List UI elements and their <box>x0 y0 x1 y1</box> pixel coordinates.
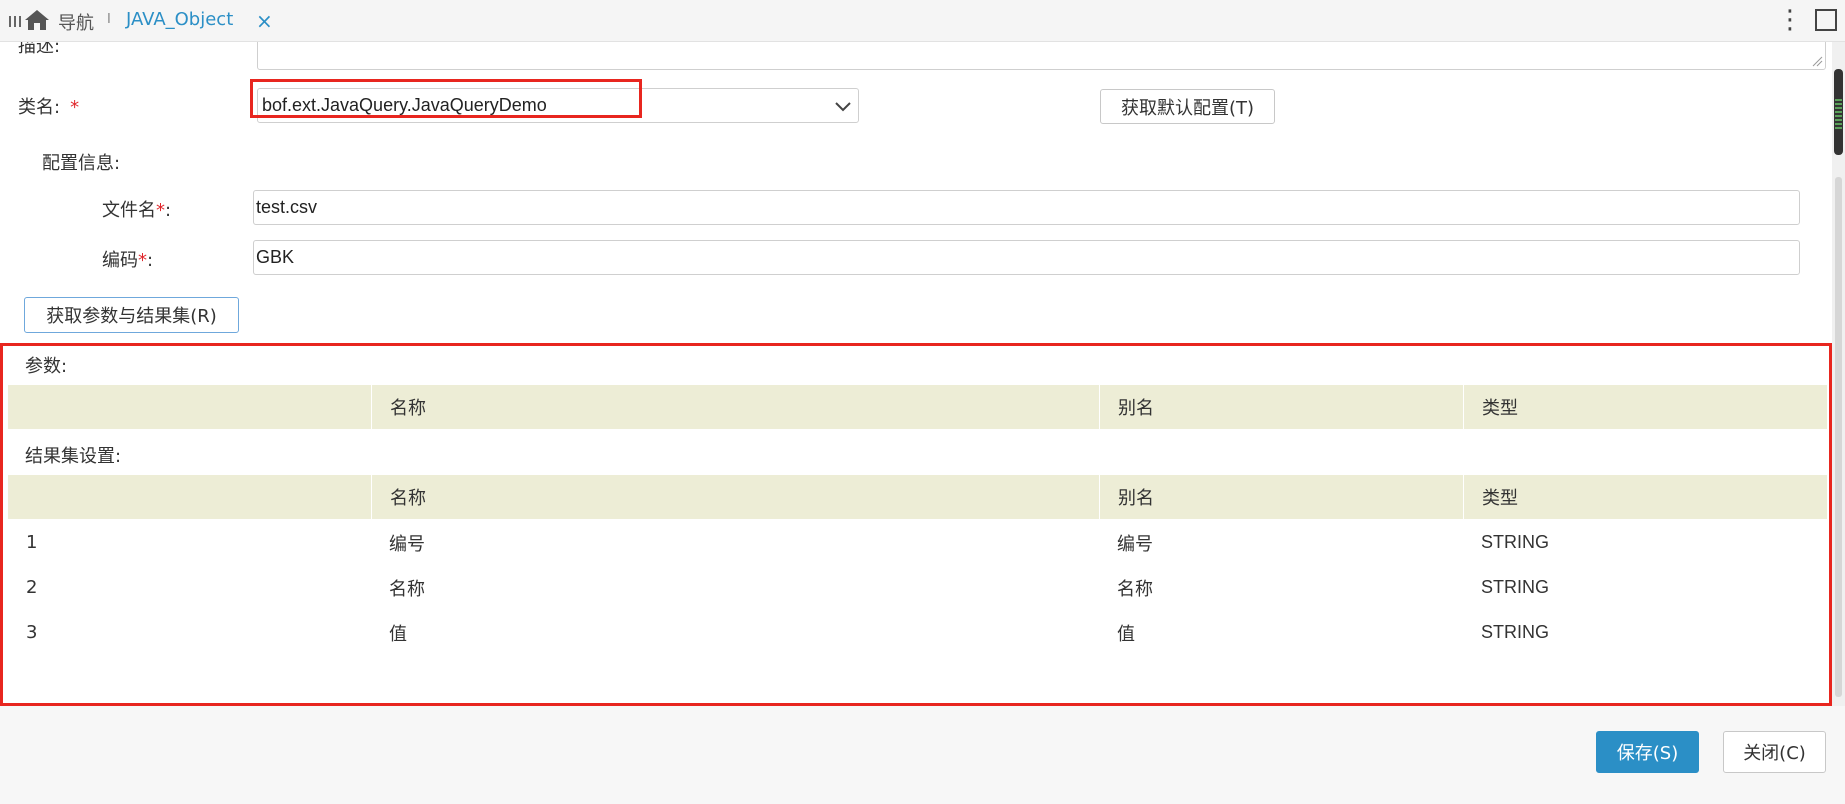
close-button[interactable]: 关闭(C) <box>1723 731 1826 773</box>
tab-java-object[interactable]: JAVA_Object <box>126 9 233 30</box>
required-mark: * <box>70 97 80 118</box>
form-content: 描述: 类名: * bof.ext.JavaQuery.JavaQueryDemo… <box>0 42 1832 706</box>
encoding-value: GBK <box>256 247 295 267</box>
menu-icon[interactable] <box>8 13 22 29</box>
description-textarea[interactable] <box>257 42 1826 70</box>
chevron-down-icon[interactable] <box>834 98 852 119</box>
scrollbar-track <box>1835 177 1842 697</box>
filename-input[interactable]: test.csv <box>253 190 1800 225</box>
description-label: 描述: <box>18 42 61 57</box>
save-button[interactable]: 保存(S) <box>1596 731 1699 773</box>
tab-separator: I <box>107 12 111 27</box>
filename-value: test.csv <box>256 197 318 217</box>
maximize-icon[interactable] <box>1815 9 1837 31</box>
more-options-icon[interactable]: ⋮ <box>1777 5 1803 35</box>
nav-link[interactable]: 导航 <box>58 9 94 35</box>
vertical-scrollbar[interactable] <box>1832 42 1845 706</box>
encoding-input[interactable]: GBK <box>253 240 1800 275</box>
colon: : <box>165 200 172 221</box>
filename-label: 文件名*: <box>102 196 171 222</box>
tab-bar: 导航 I JAVA_Object × ⋮ <box>0 0 1845 42</box>
footer: 保存(S) 关闭(C) <box>0 706 1845 804</box>
colon: : <box>147 250 154 271</box>
scrollbar-thumb[interactable] <box>1834 69 1843 155</box>
resize-grip-icon[interactable] <box>1811 55 1823 67</box>
highlight-box-class <box>250 79 642 118</box>
highlight-box-tables <box>0 343 1832 706</box>
fetch-params-button[interactable]: 获取参数与结果集(R) <box>24 297 239 333</box>
encoding-label: 编码*: <box>102 246 153 272</box>
required-mark: * <box>138 250 147 271</box>
home-icon[interactable] <box>24 8 50 32</box>
class-name-label: 类名: * <box>18 93 79 119</box>
required-mark: * <box>156 200 165 221</box>
filename-text: 文件名 <box>102 200 156 221</box>
default-config-button[interactable]: 获取默认配置(T) <box>1100 89 1275 124</box>
class-name-text: 类名: <box>18 97 61 118</box>
config-info-label: 配置信息: <box>42 153 121 174</box>
tab-close-icon[interactable]: × <box>256 9 273 33</box>
encoding-text: 编码 <box>102 250 138 271</box>
